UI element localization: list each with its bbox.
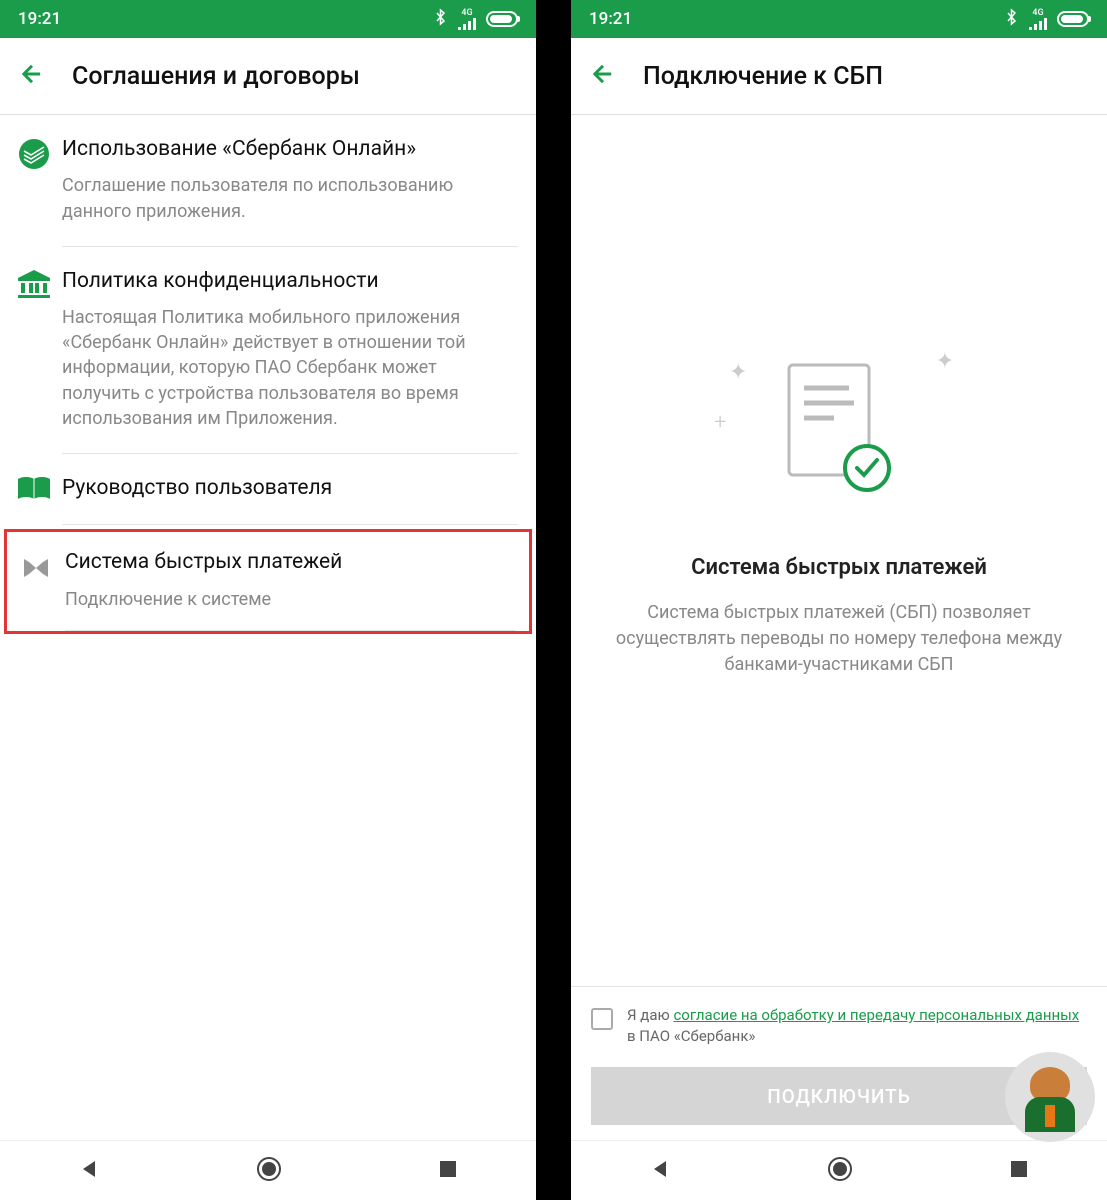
battery-icon bbox=[1057, 11, 1089, 27]
sbp-icon bbox=[21, 548, 65, 631]
battery-icon bbox=[486, 11, 518, 27]
nav-recent-icon[interactable] bbox=[438, 1159, 458, 1183]
status-icons: 4G bbox=[1005, 8, 1089, 31]
nav-back-icon[interactable] bbox=[649, 1158, 671, 1184]
list-item-user-guide[interactable]: Руководство пользователя bbox=[0, 454, 536, 525]
sparkle-icon: ✦ bbox=[729, 360, 747, 385]
back-arrow-icon[interactable] bbox=[18, 60, 46, 92]
consent-link[interactable]: согласие на обработку и передачу персона… bbox=[673, 1006, 1079, 1024]
sparkle-icon: ✦ bbox=[936, 349, 954, 374]
nav-recent-icon[interactable] bbox=[1009, 1159, 1029, 1183]
item-title: Использование «Сбербанк Онлайн» bbox=[62, 135, 518, 163]
sbp-illustration: ✦ ✦ + bbox=[599, 355, 1079, 505]
signal-icon: 4G bbox=[1029, 9, 1047, 30]
bluetooth-icon bbox=[434, 8, 448, 31]
signal-icon: 4G bbox=[458, 9, 476, 30]
document-check-icon bbox=[779, 360, 899, 500]
status-time: 19:21 bbox=[589, 9, 632, 29]
agreements-list: Использование «Сбербанк Онлайн» Соглашен… bbox=[0, 115, 536, 1140]
sbp-main-content: ✦ ✦ + Система быстрых платежей Система б… bbox=[571, 115, 1107, 986]
item-title: Политика конфиденциальности bbox=[62, 267, 518, 295]
sbp-title: Система быстрых платежей bbox=[599, 555, 1079, 580]
list-item-sberbank-online[interactable]: Использование «Сбербанк Онлайн» Соглашен… bbox=[0, 115, 536, 247]
consent-text: Я даю согласие на обработку и передачу п… bbox=[627, 1005, 1087, 1047]
status-time: 19:21 bbox=[18, 9, 61, 29]
nav-home-icon[interactable] bbox=[256, 1156, 282, 1186]
sberbank-logo-icon bbox=[18, 135, 62, 247]
avatar[interactable] bbox=[1005, 1052, 1095, 1142]
bank-icon bbox=[18, 267, 62, 454]
nav-back-icon[interactable] bbox=[78, 1158, 100, 1184]
page-title: Подключение к СБП bbox=[643, 62, 883, 91]
status-bar: 19:21 4G bbox=[0, 0, 536, 38]
status-icons: 4G bbox=[434, 8, 518, 31]
book-icon bbox=[18, 474, 62, 525]
nav-home-icon[interactable] bbox=[827, 1156, 853, 1186]
app-header: Соглашения и договоры bbox=[0, 38, 536, 115]
item-title: Руководство пользователя bbox=[62, 474, 518, 502]
consent-row: Я даю согласие на обработку и передачу п… bbox=[591, 1005, 1087, 1047]
phone-right: 19:21 4G Подключение к СБП ✦ ✦ + bbox=[571, 0, 1107, 1200]
item-description: Подключение к системе bbox=[65, 587, 515, 612]
item-title: Система быстрых платежей bbox=[65, 548, 515, 576]
page-title: Соглашения и договоры bbox=[72, 62, 360, 91]
phone-left: 19:21 4G Соглашения и договоры Использов… bbox=[0, 0, 536, 1200]
bluetooth-icon bbox=[1005, 8, 1019, 31]
list-item-sbp[interactable]: Система быстрых платежей Подключение к с… bbox=[4, 529, 532, 634]
back-arrow-icon[interactable] bbox=[589, 60, 617, 92]
item-description: Соглашение пользователя по использованию… bbox=[62, 173, 518, 223]
status-bar: 19:21 4G bbox=[571, 0, 1107, 38]
sbp-description: Система быстрых платежей (СБП) позволяет… bbox=[599, 600, 1079, 678]
sparkle-icon: + bbox=[714, 410, 726, 435]
item-description: Настоящая Политика мобильного приложения… bbox=[62, 305, 518, 431]
list-item-privacy-policy[interactable]: Политика конфиденциальности Настоящая По… bbox=[0, 247, 536, 454]
android-nav-bar bbox=[0, 1140, 536, 1200]
android-nav-bar bbox=[571, 1140, 1107, 1200]
consent-checkbox[interactable] bbox=[591, 1008, 613, 1030]
app-header: Подключение к СБП bbox=[571, 38, 1107, 115]
